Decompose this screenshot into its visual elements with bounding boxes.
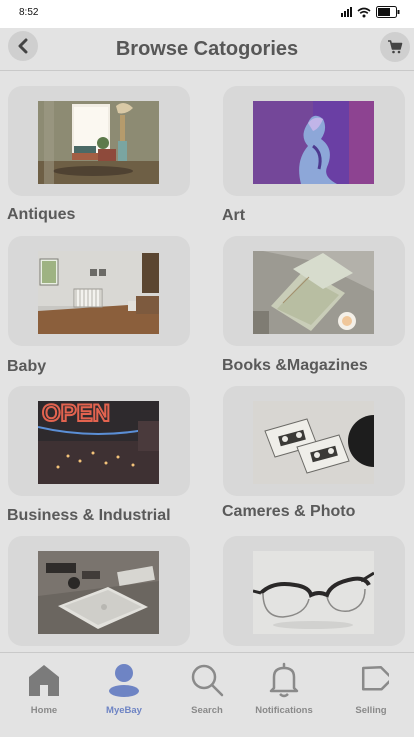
art-photo — [253, 101, 374, 184]
tab-label: Notifications — [255, 705, 313, 716]
category-label[interactable]: Antiques — [7, 206, 75, 224]
cameras-photo-photo — [253, 401, 374, 484]
status-icons — [341, 5, 400, 19]
category-label[interactable]: Books &Magazines — [222, 357, 368, 375]
baby-photo — [38, 251, 159, 334]
category-card-electronics[interactable] — [8, 536, 190, 646]
tab-label: Selling — [355, 705, 387, 716]
category-label[interactable]: Cameres & Photo — [222, 503, 355, 521]
status-time: 8:52 — [19, 7, 39, 18]
tag-icon — [361, 666, 389, 691]
tab-home[interactable]: Home — [4, 661, 84, 716]
wifi-icon — [357, 7, 371, 18]
bell-icon — [269, 662, 299, 698]
category-label[interactable]: Baby — [7, 358, 46, 376]
category-label[interactable]: Art — [222, 207, 245, 225]
status-bar: 8:52 — [0, 0, 414, 28]
eyeglasses-photo — [253, 551, 374, 634]
tab-label: MyeBay — [106, 705, 142, 716]
tab-myebay[interactable]: MyeBay — [84, 661, 164, 716]
header: Browse Catogories — [0, 28, 414, 71]
category-card-baby[interactable] — [8, 236, 190, 346]
tab-selling[interactable]: Selling — [331, 661, 411, 716]
antiques-photo — [38, 101, 159, 184]
bottom-tab-bar: Home MyeBay Search Notifications Selling — [0, 652, 414, 737]
page-title: Browse Catogories — [115, 38, 299, 60]
cart-icon — [388, 40, 403, 54]
category-card-books-magazines[interactable] — [223, 236, 405, 346]
open-sign-text: OPEN — [42, 401, 110, 427]
tab-notifications[interactable]: Notifications — [244, 661, 324, 716]
category-grid: Antiques Art Baby Books &Magazines OPEN … — [0, 71, 414, 651]
tab-search[interactable]: Search — [167, 661, 247, 716]
category-label[interactable]: Business & Industrial — [7, 507, 171, 525]
cart-button[interactable] — [380, 32, 410, 62]
search-icon — [191, 664, 224, 697]
books-magazines-photo — [253, 251, 374, 334]
user-icon — [109, 664, 139, 697]
home-icon — [29, 665, 59, 696]
category-card-art[interactable] — [223, 86, 405, 196]
laptop-desk-photo — [38, 551, 159, 634]
tab-label: Search — [191, 705, 223, 716]
tab-label: Home — [30, 705, 58, 716]
category-card-antiques[interactable] — [8, 86, 190, 196]
business-industrial-photo: OPEN — [38, 401, 159, 484]
category-card-cameras-photo[interactable] — [223, 386, 405, 496]
category-card-business-industrial[interactable]: OPEN — [8, 386, 190, 496]
signal-icon — [341, 7, 352, 17]
category-card-fashion[interactable] — [223, 536, 405, 646]
battery-icon — [376, 6, 400, 18]
